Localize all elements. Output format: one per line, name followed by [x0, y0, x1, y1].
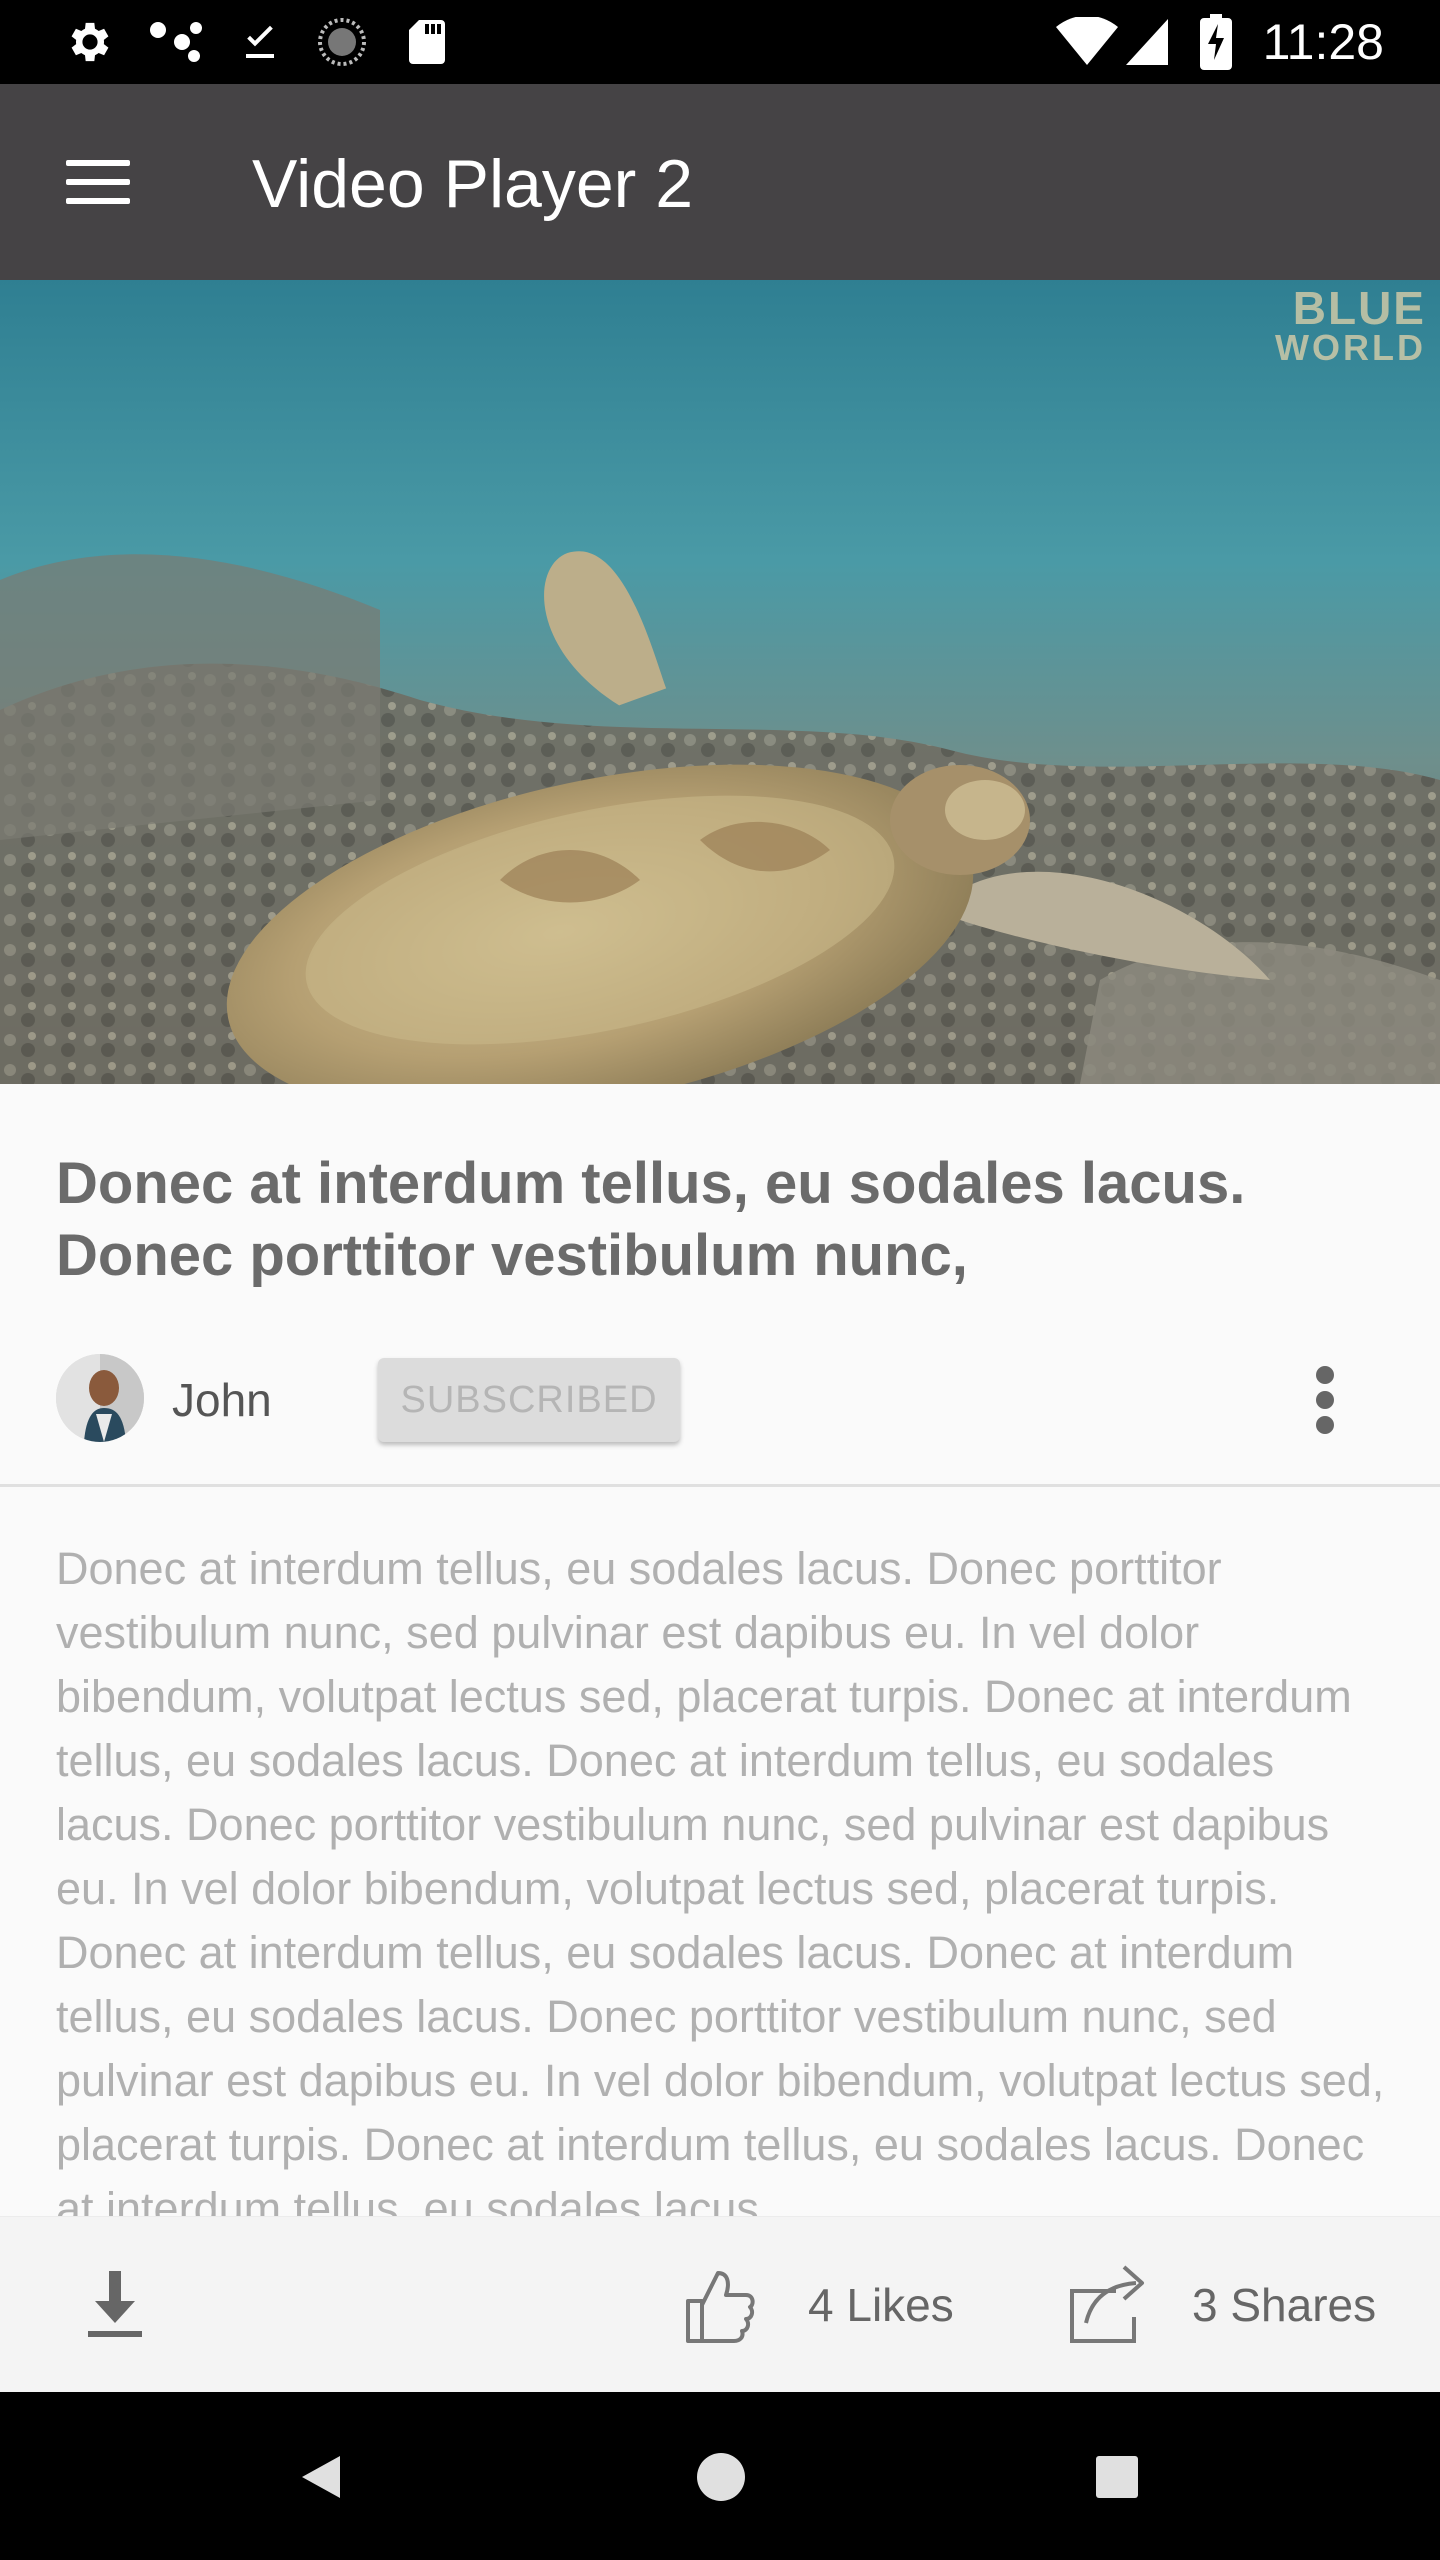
battery-charging-icon	[1196, 14, 1236, 70]
wifi-icon	[1052, 16, 1122, 68]
nodes-icon	[146, 16, 206, 68]
download-icon[interactable]	[82, 2267, 148, 2343]
sd-card-icon	[402, 16, 452, 68]
status-bar: 11:28	[0, 0, 1440, 84]
video-title: Donec at interdum tellus, eu sodales lac…	[56, 1151, 1246, 1288]
likes-count[interactable]: 4 Likes	[808, 2273, 954, 2337]
channel-name[interactable]: John	[172, 1370, 272, 1430]
signal-icon	[1122, 16, 1172, 68]
navigation-bar	[0, 2392, 1440, 2560]
video-frame-image	[0, 280, 1440, 1084]
thumbs-up-icon[interactable]	[684, 2265, 756, 2345]
action-bar: 4 Likes 3 Shares	[0, 2216, 1440, 2392]
back-triangle-icon[interactable]	[288, 2442, 358, 2512]
settings-icon	[62, 16, 118, 68]
description-scroll-area[interactable]: Donec at interdum tellus, eu sodales lac…	[0, 1487, 1440, 2216]
video-watermark: BLUE WORLD	[1275, 282, 1426, 368]
video-player[interactable]: BLUE WORLD	[0, 280, 1440, 1084]
video-description: Donec at interdum tellus, eu sodales lac…	[56, 1543, 1385, 2216]
sync-circle-icon	[314, 16, 370, 68]
download-done-icon	[232, 16, 288, 68]
recents-square-icon[interactable]	[1082, 2442, 1152, 2512]
app-title: Video Player 2	[252, 146, 694, 222]
shares-count[interactable]: 3 Shares	[1192, 2273, 1376, 2337]
app-bar: Video Player 2	[0, 84, 1440, 280]
home-circle-icon[interactable]	[686, 2442, 756, 2512]
more-options-icon[interactable]	[1300, 1360, 1350, 1440]
subscribe-button[interactable]: SUBSCRIBED	[378, 1358, 680, 1442]
status-time: 11:28	[1262, 14, 1384, 70]
hamburger-menu-icon[interactable]	[56, 146, 140, 218]
avatar[interactable]	[56, 1354, 144, 1442]
share-icon[interactable]	[1066, 2261, 1146, 2345]
